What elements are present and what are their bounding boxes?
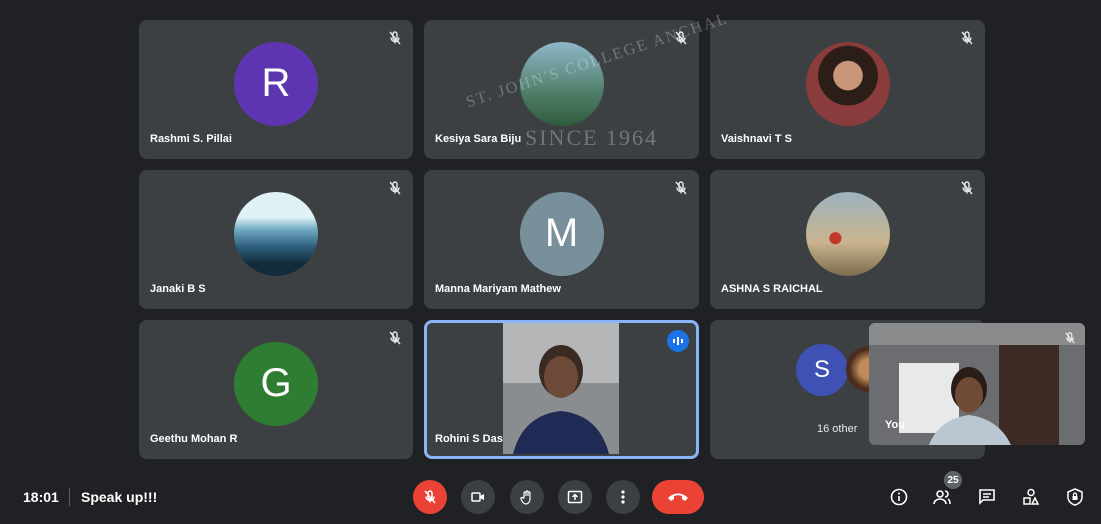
present-icon: [567, 490, 583, 504]
end-call-button[interactable]: [652, 480, 704, 514]
camera-icon: [471, 492, 484, 502]
phone-hangup-icon: [668, 493, 688, 501]
avatar: R: [234, 41, 318, 126]
mic-off-icon: [389, 31, 401, 45]
participant-name: Kesiya Sara Biju: [435, 133, 522, 145]
participant-tile-vaishnavi[interactable]: Vaishnavi T S: [710, 20, 985, 159]
people-icon: [933, 490, 951, 505]
mic-off-icon: [675, 181, 687, 195]
chat-button[interactable]: [976, 486, 998, 508]
participant-tile-ashna[interactable]: ASHNA S RAICHAL: [710, 170, 985, 309]
self-view-label: You: [885, 419, 905, 431]
clock: 18:01: [23, 489, 59, 505]
mic-off-icon: [389, 331, 401, 345]
others-count-label: 16 other: [817, 423, 858, 435]
raise-hand-button[interactable]: [510, 480, 544, 514]
meeting-info-button[interactable]: [888, 486, 910, 508]
camera-toggle-button[interactable]: [461, 480, 495, 514]
divider: [69, 488, 70, 506]
hand-icon: [520, 490, 531, 505]
chat-icon: [979, 489, 995, 505]
avatar: S: [796, 344, 848, 396]
bottom-toolbar: 18:01 Speak up!!!: [0, 470, 1101, 524]
more-vert-icon: [621, 490, 625, 504]
host-controls-button[interactable]: [1064, 486, 1086, 508]
participant-tile-geethu[interactable]: G Geethu Mohan R: [139, 320, 413, 459]
meeting-title: Speak up!!!: [81, 489, 158, 505]
person-video-feed: [503, 323, 619, 454]
participant-video: [503, 323, 619, 454]
college-watermark-bottom: SINCE 1964: [525, 125, 659, 150]
shapes-icon: [1023, 488, 1040, 505]
mic-off-icon: [961, 181, 973, 195]
participant-name: Janaki B S: [150, 283, 206, 295]
participant-name: Manna Mariyam Mathew: [435, 283, 561, 295]
avatar: [805, 41, 890, 126]
activities-button[interactable]: [1020, 486, 1042, 508]
present-screen-button[interactable]: [558, 480, 592, 514]
participant-name: Rashmi S. Pillai: [150, 133, 232, 145]
participant-name: Rohini S Das: [435, 433, 503, 445]
avatar: [234, 191, 318, 276]
people-button[interactable]: [931, 486, 953, 508]
mic-off-icon: [424, 490, 436, 504]
participant-tile-janaki[interactable]: Janaki B S: [139, 170, 413, 309]
avatar: G: [234, 341, 318, 426]
mic-off-icon: [389, 181, 401, 195]
shield-lock-icon: [1067, 488, 1083, 506]
participant-tile-rohini[interactable]: Rohini S Das: [424, 320, 699, 459]
participant-tile-rashmi[interactable]: R Rashmi S. Pillai: [139, 20, 413, 159]
participant-count-badge: 25: [944, 471, 962, 489]
participant-name: Vaishnavi T S: [721, 133, 792, 145]
participant-name: Geethu Mohan R: [150, 433, 238, 445]
participant-name: ASHNA S RAICHAL: [721, 283, 823, 295]
avatar: M: [519, 191, 604, 276]
participant-tile-manna[interactable]: M Manna Mariyam Mathew: [424, 170, 699, 309]
more-options-button[interactable]: [606, 480, 640, 514]
avatar: [805, 191, 890, 276]
mic-toggle-button[interactable]: [413, 480, 447, 514]
mic-off-icon: [1065, 332, 1075, 344]
mic-off-icon: [961, 31, 973, 45]
info-icon: [890, 488, 908, 506]
speaking-indicator-icon: [667, 330, 689, 352]
self-view[interactable]: You: [869, 323, 1085, 445]
